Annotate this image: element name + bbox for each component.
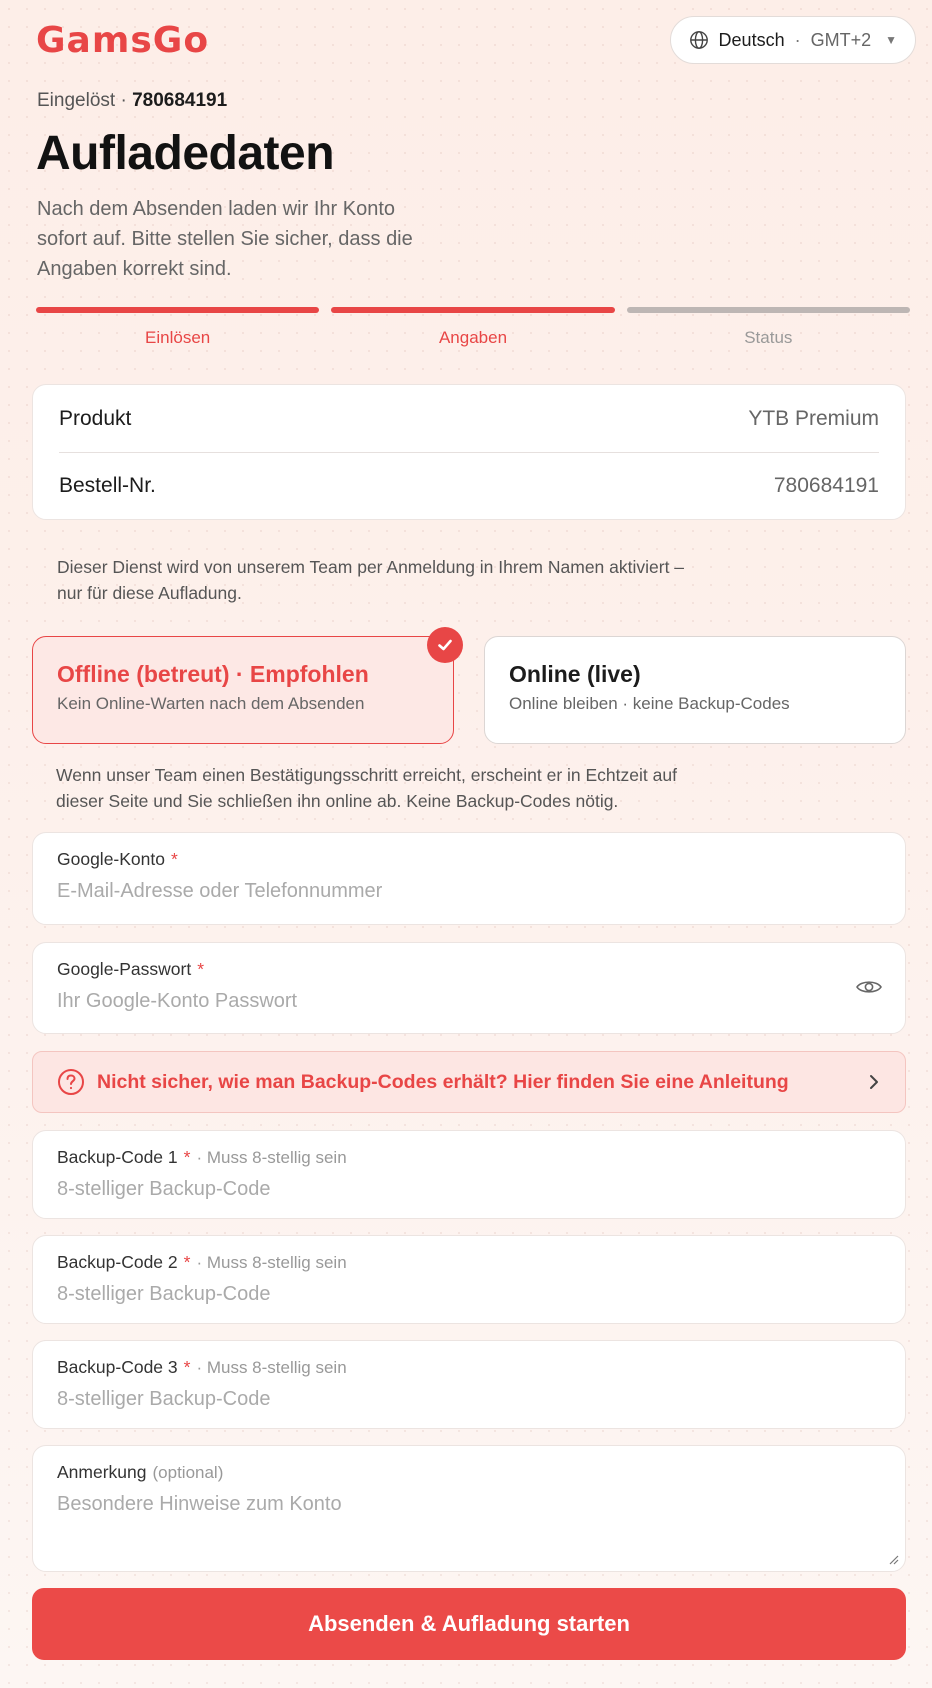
step-einloesen: Einlösen [36, 307, 320, 348]
field-hint: · Muss 8-stellig sein [196, 1252, 347, 1272]
backup-code-2-input[interactable] [57, 1283, 881, 1306]
field-label-text: Google-Passwort [57, 959, 192, 979]
field-label-text: Backup-Code 3 [57, 1357, 178, 1377]
field-label-text: Backup-Code 1 [57, 1147, 178, 1167]
field-label: Backup-Code 1 * · Muss 8-stellig sein [57, 1147, 881, 1168]
backup-code-1-field: Backup-Code 1 * · Muss 8-stellig sein [32, 1130, 906, 1219]
google-password-input[interactable] [57, 990, 881, 1013]
info-key: Produkt [59, 406, 132, 430]
required-marker: * [183, 1147, 191, 1167]
field-label: Backup-Code 2 * · Muss 8-stellig sein [57, 1252, 881, 1273]
info-key: Bestell-Nr. [59, 474, 156, 497]
option-title: Offline (betreut) · Empfohlen [57, 661, 369, 687]
resize-handle-icon[interactable] [887, 1553, 899, 1565]
language-separator: · [794, 29, 801, 50]
info-row-product: Produkt YTB Premium [59, 385, 879, 452]
page-title: Aufladedaten [36, 127, 335, 180]
backup-code-2-field: Backup-Code 2 * · Muss 8-stellig sein [32, 1235, 906, 1324]
field-label-text: Google-Konto [57, 849, 165, 869]
step-bar [36, 307, 320, 313]
field-hint: · Muss 8-stellig sein [196, 1147, 347, 1167]
remark-field: Anmerkung (optional) [32, 1445, 906, 1572]
field-label: Anmerkung (optional) [57, 1462, 881, 1483]
page-subtitle: Nach dem Absenden laden wir Ihr Konto so… [37, 198, 413, 280]
option-subtitle: Kein Online-Warten nach dem Absenden [57, 694, 365, 713]
caret-down-icon: ▼ [885, 33, 897, 47]
backup-code-3-field: Backup-Code 3 * · Muss 8-stellig sein [32, 1340, 906, 1429]
step-bar [331, 307, 615, 313]
step-label: Einlösen [145, 328, 211, 347]
option-title: Online (live) [509, 661, 641, 687]
redeemed-info: Eingelöst · 780684191 [37, 90, 227, 112]
field-label-text: Anmerkung [57, 1462, 147, 1482]
option-subtitle: Online bleiben · keine Backup-Codes [509, 694, 790, 713]
field-label-text: Backup-Code 2 [57, 1252, 178, 1272]
order-info-card: Produkt YTB Premium Bestell-Nr. 78068419… [32, 384, 906, 520]
field-label: Backup-Code 3 * · Muss 8-stellig sein [57, 1357, 881, 1378]
page: GamsGo Deutsch · GMT+2 ▼ Eingelöst · 780… [0, 0, 932, 1688]
submit-button[interactable]: Absenden & Aufladung starten [32, 1588, 906, 1660]
option-online[interactable]: Online (live) Online bleiben · keine Bac… [484, 636, 906, 744]
eye-icon[interactable] [855, 977, 883, 997]
backup-code-1-input[interactable] [57, 1178, 881, 1201]
step-label: Status [744, 328, 793, 347]
gamsgo-logo[interactable]: GamsGo [36, 20, 209, 61]
progress-steps: Einlösen Angaben Status [36, 307, 910, 348]
info-row-order-number: Bestell-Nr. 780684191 [59, 452, 879, 519]
mode-note: Wenn unser Team einen Bestätigungsschrit… [56, 765, 677, 811]
step-bar [626, 307, 910, 313]
service-note: Dieser Dienst wird von unserem Team per … [57, 557, 685, 603]
globe-icon [689, 31, 708, 49]
option-offline[interactable]: Offline (betreut) · Empfohlen Kein Onlin… [32, 627, 463, 744]
timezone-label: GMT+2 [810, 29, 872, 50]
field-hint: (optional) [152, 1462, 224, 1482]
header: GamsGo Deutsch · GMT+2 ▼ [36, 16, 916, 64]
backup-codes-help-link[interactable]: Nicht sicher, wie man Backup-Codes erhäl… [32, 1051, 906, 1113]
google-account-field: Google-Konto * [32, 832, 906, 925]
redeemed-code: 780684191 [132, 90, 228, 111]
info-value: YTB Premium [748, 406, 879, 430]
check-icon [427, 627, 463, 663]
field-label: Google-Passwort * [57, 959, 881, 980]
step-label: Angaben [438, 328, 508, 347]
chevron-right-icon [870, 1075, 878, 1089]
backup-code-3-input[interactable] [57, 1388, 881, 1411]
help-link-text: Nicht sicher, wie man Backup-Codes erhäl… [97, 1070, 789, 1093]
required-marker: * [183, 1357, 191, 1377]
language-label: Deutsch [718, 29, 785, 50]
language-selector[interactable]: Deutsch · GMT+2 ▼ [669, 16, 916, 64]
google-account-input[interactable] [57, 880, 881, 903]
question-circle-icon [58, 1069, 84, 1095]
field-label: Google-Konto * [57, 849, 881, 870]
required-marker: * [183, 1252, 191, 1272]
required-marker: * [171, 849, 178, 869]
redeemed-label: Eingelöst · [37, 90, 127, 111]
google-password-field: Google-Passwort * [32, 942, 906, 1034]
required-marker: * [197, 959, 205, 979]
info-value: 780684191 [773, 474, 879, 497]
remark-textarea[interactable] [57, 1493, 881, 1553]
step-angaben: Angaben [331, 307, 615, 348]
mode-options: Offline (betreut) · Empfohlen Kein Onlin… [32, 627, 906, 744]
step-status: Status [626, 307, 910, 348]
field-hint: · Muss 8-stellig sein [196, 1357, 347, 1377]
